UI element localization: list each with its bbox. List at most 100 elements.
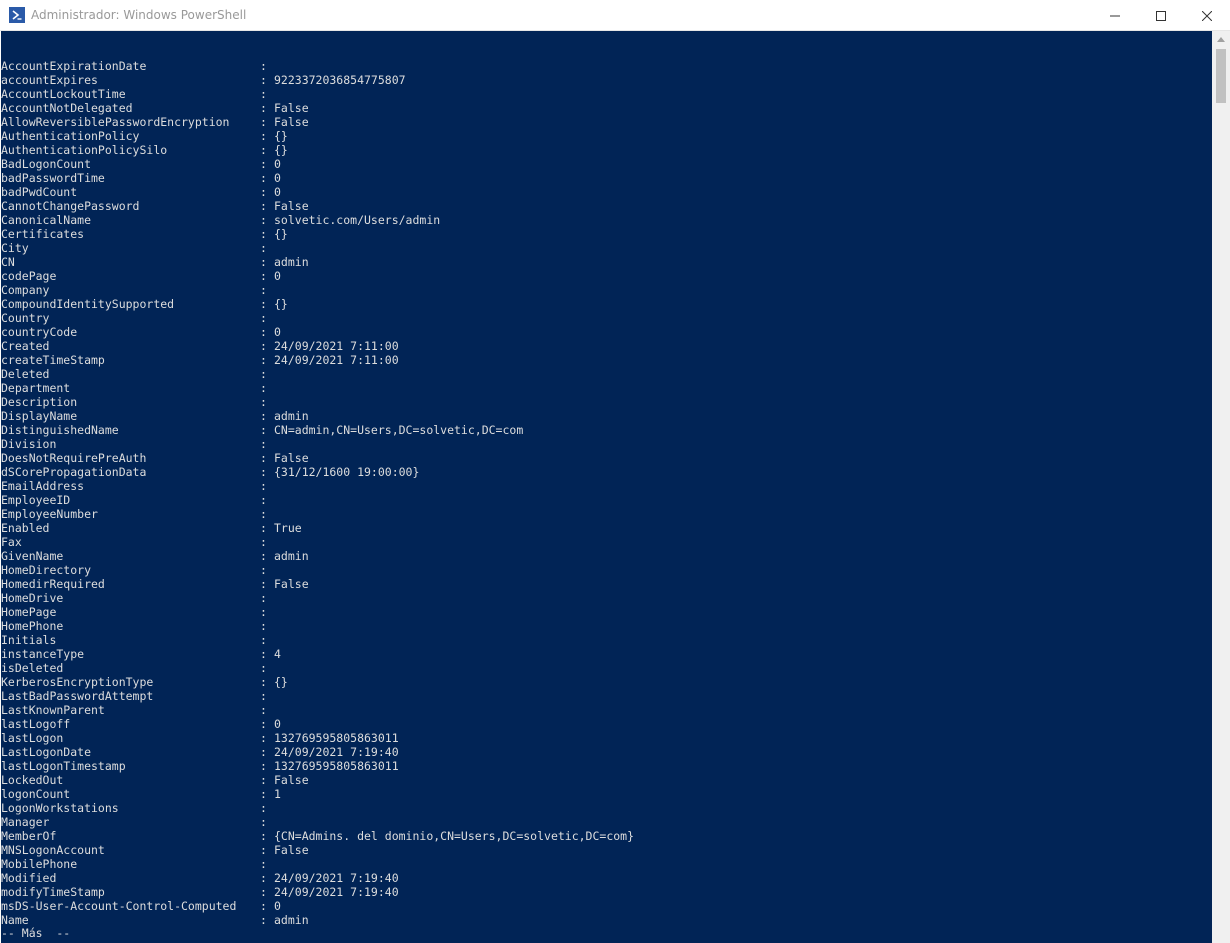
property-separator: : — [260, 913, 267, 927]
property-name: lastLogon — [1, 731, 64, 745]
property-value: CN=admin,CN=Users,DC=solvetic,DC=com — [274, 423, 524, 437]
property-separator: : — [260, 297, 267, 311]
property-value: 24/09/2021 7:11:00 — [274, 339, 399, 353]
property-name: Description — [1, 395, 78, 409]
property-separator: : — [260, 759, 267, 773]
property-separator: : — [260, 549, 267, 563]
property-separator: : — [260, 591, 267, 605]
property-separator: : — [260, 241, 267, 255]
property-name: Enabled — [1, 521, 50, 535]
property-name: MobilePhone — [1, 857, 78, 871]
property-name: LastKnownParent — [1, 703, 105, 717]
property-name: AccountNotDelegated — [1, 101, 133, 115]
property-name: AuthenticationPolicy — [1, 129, 140, 143]
close-button[interactable] — [1184, 0, 1230, 31]
property-value: 1 — [274, 787, 281, 801]
scrollbar-thumb[interactable] — [1216, 49, 1226, 103]
property-separator: : — [260, 465, 267, 479]
property-name: MemberOf — [1, 829, 57, 843]
property-name: KerberosEncryptionType — [1, 675, 154, 689]
property-separator: : — [260, 885, 267, 899]
window-title: Administrador: Windows PowerShell — [31, 8, 247, 22]
property-name: HomeDirectory — [1, 563, 92, 577]
property-name: Name — [1, 913, 29, 927]
property-name: DoesNotRequirePreAuth — [1, 451, 147, 465]
property-name: DistinguishedName — [1, 423, 119, 437]
property-value: 0 — [274, 185, 281, 199]
property-value: False — [274, 843, 309, 857]
property-separator: : — [260, 311, 267, 325]
property-separator: : — [260, 479, 267, 493]
property-separator: : — [260, 367, 267, 381]
property-separator: : — [260, 213, 267, 227]
property-name: Country — [1, 311, 50, 325]
property-value: solvetic.com/Users/admin — [274, 213, 441, 227]
property-separator: : — [260, 605, 267, 619]
property-name: EmployeeNumber — [1, 507, 98, 521]
title-bar[interactable]: Administrador: Windows PowerShell — [0, 0, 1230, 31]
property-name: CanonicalName — [1, 213, 92, 227]
property-separator: : — [260, 451, 267, 465]
property-name: isDeleted — [1, 661, 64, 675]
property-separator: : — [260, 269, 267, 283]
property-separator: : — [260, 493, 267, 507]
property-value: 0 — [274, 325, 281, 339]
property-name: LastLogonDate — [1, 745, 92, 759]
property-separator: : — [260, 647, 267, 661]
property-separator: : — [260, 87, 267, 101]
property-separator: : — [260, 619, 267, 633]
property-name: Modified — [1, 871, 57, 885]
property-name: Fax — [1, 535, 22, 549]
property-name: Manager — [1, 815, 50, 829]
property-name: Company — [1, 283, 50, 297]
property-separator: : — [260, 395, 267, 409]
property-name: CN — [1, 255, 15, 269]
property-name: CannotChangePassword — [1, 199, 140, 213]
maximize-button[interactable] — [1138, 0, 1184, 31]
minimize-button[interactable] — [1092, 0, 1138, 31]
maximize-icon — [1156, 10, 1166, 21]
property-name: badPasswordTime — [1, 171, 105, 185]
property-separator: : — [260, 255, 267, 269]
property-value: 24/09/2021 7:11:00 — [274, 353, 399, 367]
property-value: False — [274, 101, 309, 115]
property-separator: : — [260, 325, 267, 339]
property-separator: : — [260, 871, 267, 885]
console-output[interactable]: AccountExpirationDate: accountExpires: 922… — [1, 31, 1212, 943]
property-name: City — [1, 241, 29, 255]
property-name: Created — [1, 339, 50, 353]
property-name: AccountLockoutTime — [1, 87, 126, 101]
property-name: CompoundIdentitySupported — [1, 297, 175, 311]
property-value: 0 — [274, 269, 281, 283]
property-value: 132769595805863011 — [274, 759, 399, 773]
property-separator: : — [260, 157, 267, 171]
property-name: LastBadPasswordAttempt — [1, 689, 154, 703]
property-separator: : — [260, 731, 267, 745]
property-value: True — [274, 521, 302, 535]
property-name: codePage — [1, 269, 57, 283]
property-name: lastLogonTimestamp — [1, 759, 126, 773]
property-separator: : — [260, 283, 267, 297]
property-name: Certificates — [1, 227, 85, 241]
property-separator: : — [260, 857, 267, 871]
property-separator: : — [260, 829, 267, 843]
minimize-icon — [1110, 11, 1120, 21]
property-separator: : — [260, 563, 267, 577]
scroll-up-arrow-icon[interactable] — [1212, 31, 1230, 48]
property-name: dSCorePropagationData — [1, 465, 147, 479]
property-name: LockedOut — [1, 773, 64, 787]
property-name: HomePhone — [1, 619, 64, 633]
property-separator: : — [260, 787, 267, 801]
property-separator: : — [260, 899, 267, 913]
property-value: 24/09/2021 7:19:40 — [274, 885, 399, 899]
property-separator: : — [260, 507, 267, 521]
property-separator: : — [260, 381, 267, 395]
property-name: EmployeeID — [1, 493, 71, 507]
property-separator: : — [260, 773, 267, 787]
property-separator: : — [260, 675, 267, 689]
vertical-scrollbar[interactable] — [1212, 31, 1230, 943]
property-name: HomeDrive — [1, 591, 64, 605]
property-value: 9223372036854775807 — [274, 73, 406, 87]
property-name: Division — [1, 437, 57, 451]
property-separator: : — [260, 129, 267, 143]
